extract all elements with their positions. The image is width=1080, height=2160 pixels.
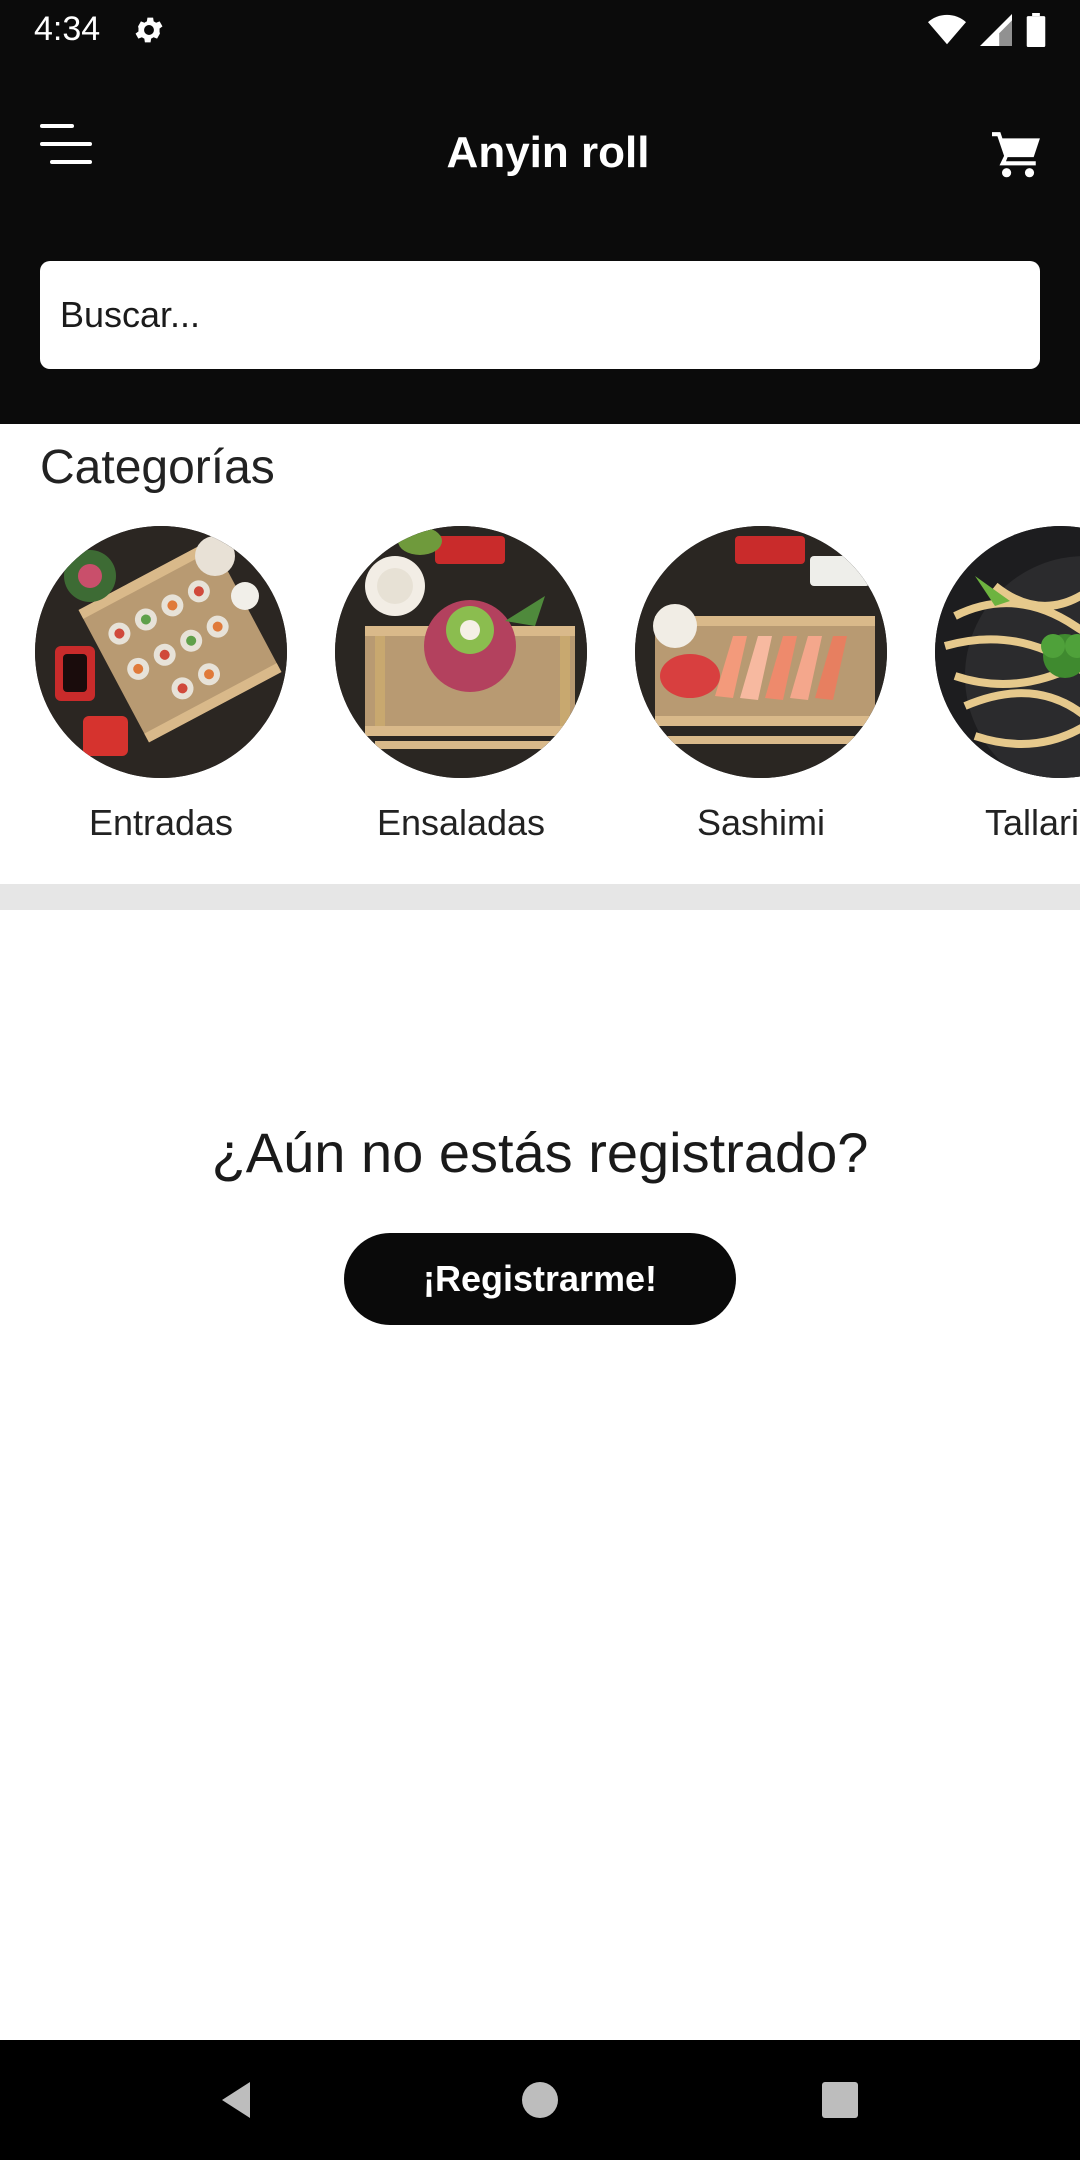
gear-icon [135,17,163,43]
category-label: Tallarines [984,802,1080,843]
category-image-sashimi [635,526,887,778]
recents-icon[interactable] [816,2076,864,2124]
cart-icon[interactable] [992,132,1042,178]
battery-icon [1026,13,1046,47]
category-item-entradas[interactable]: Entradas [11,526,311,856]
navigation-bar [0,2040,1080,2160]
app-screen: 4:34 Anyin roll Buscar... Categorías Ent… [0,0,1080,2160]
categories-title: Categorías [40,441,275,494]
category-label: Entradas [88,802,234,843]
home-icon[interactable] [516,2076,564,2124]
register-button[interactable]: ¡Registrarme! [344,1233,736,1325]
category-item-sashimi[interactable]: Sashimi [611,526,911,856]
status-time: 4:34 [34,10,101,48]
section-divider [0,884,1080,910]
category-image-tallarines [935,526,1080,778]
categories-carousel[interactable]: Entradas Ensaladas Sashimi Tallari [0,526,1080,856]
app-header: Anyin roll [0,60,1080,424]
category-image-ensaladas [335,526,587,778]
category-item-tallarines[interactable]: Tallarines [911,526,1080,856]
cell-signal-icon [980,14,1012,46]
back-icon[interactable] [214,2076,262,2124]
wifi-icon [928,14,966,45]
category-label: Ensaladas [376,802,546,843]
category-image-entradas [35,526,287,778]
search-box [40,261,1040,369]
category-label: Sashimi [696,802,826,843]
search-input[interactable] [40,261,1040,369]
status-bar: 4:34 [0,0,1080,60]
status-icons [928,12,1046,48]
app-title: Anyin roll [446,128,650,177]
register-question: ¿Aún no estás registrado? [211,1121,869,1184]
category-item-ensaladas[interactable]: Ensaladas [311,526,611,856]
